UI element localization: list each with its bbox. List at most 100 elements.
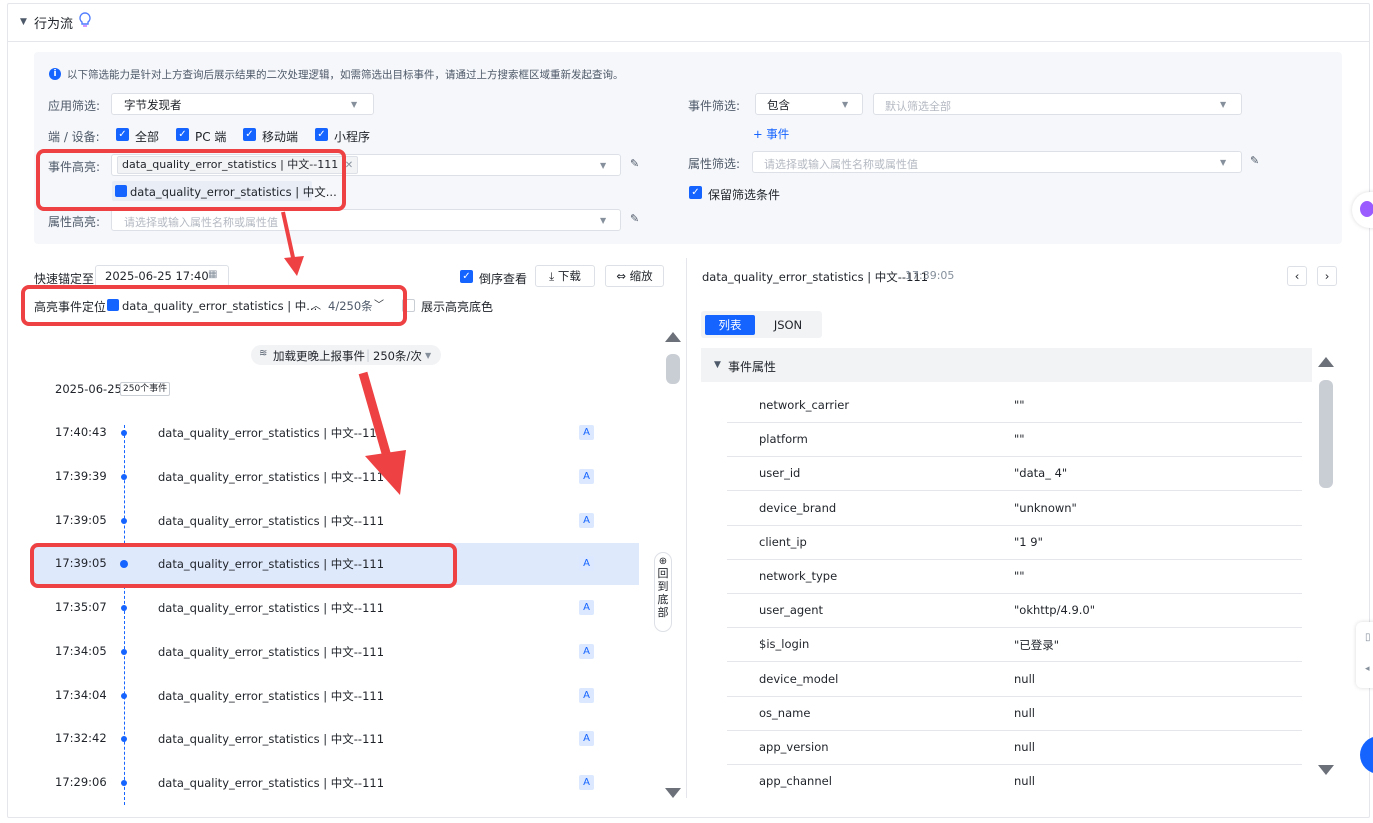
prop-value: null <box>1014 774 1035 789</box>
chevron-down-icon: ▼ <box>425 351 432 360</box>
detail-title: data_quality_error_statistics | 中文--111 <box>702 270 929 284</box>
collapse-caret-icon[interactable]: ▼ <box>20 17 27 27</box>
timeline-date: 2025-06-25 <box>55 382 122 396</box>
zoom-label: 缩放 <box>629 269 653 283</box>
device-miniapp-checkbox[interactable]: ✓ <box>315 128 328 141</box>
prop-filter-select[interactable]: 请选择或输入属性名称或属性值 ▼ <box>752 151 1242 173</box>
timeline-dot <box>121 518 127 524</box>
device-mobile-checkbox[interactable]: ✓ <box>243 128 256 141</box>
prop-row: network_type "" <box>727 560 1302 594</box>
doc-icon[interactable]: ▯ <box>1365 632 1371 643</box>
device-label: 端 / 设备: <box>48 130 100 144</box>
timeline-dot <box>121 605 127 611</box>
keep-filter-label: 保留筛选条件 <box>708 188 781 202</box>
scroll-down-arrow[interactable] <box>665 788 681 798</box>
zoom-button[interactable]: ⇔ 缩放 <box>605 265 664 287</box>
scroll-up-arrow[interactable] <box>665 332 681 342</box>
double-chevron-up-icon: ≋ <box>259 348 268 359</box>
timeline-row[interactable]: 17:34:05 data_quality_error_statistics | … <box>34 631 639 673</box>
timeline-row[interactable]: 17:34:04 data_quality_error_statistics | … <box>34 675 639 717</box>
scroll-up-arrow[interactable] <box>1318 357 1334 367</box>
prev-event-button[interactable]: ‹ <box>1287 266 1307 286</box>
prop-filter-label: 属性筛选: <box>688 157 741 171</box>
event-filter-placeholder: 默认筛选全部 <box>885 100 951 113</box>
prop-value: null <box>1014 671 1035 686</box>
prop-key: $is_login <box>759 637 810 652</box>
prop-row: app_version null <box>727 731 1302 765</box>
prop-row: client_ip "1 9" <box>727 526 1302 560</box>
edit-icon[interactable]: ✎ <box>1250 154 1259 167</box>
scroll-down-arrow[interactable] <box>1318 765 1334 775</box>
timeline-row[interactable]: 17:32:42 data_quality_error_statistics | … <box>34 718 639 760</box>
edit-icon[interactable]: ✎ <box>630 157 639 170</box>
info-icon: i <box>49 68 61 80</box>
panel-divider <box>686 258 687 798</box>
prop-row: $is_login "已登录" <box>727 628 1302 663</box>
timeline-dot <box>121 736 127 742</box>
scrollbar-thumb[interactable] <box>666 354 680 384</box>
event-time: 17:32:42 <box>55 731 107 745</box>
event-name: data_quality_error_statistics | 中文--111 <box>158 689 385 703</box>
quick-locate-value: 2025-06-25 17:40 <box>105 269 209 283</box>
prop-key: network_carrier <box>759 398 850 412</box>
annotation-box-event-highlight <box>36 149 346 211</box>
device-pc-checkbox[interactable]: ✓ <box>176 128 189 141</box>
chevron-down-icon: ▼ <box>1220 100 1227 109</box>
timeline-row[interactable]: 17:39:05 data_quality_error_statistics | … <box>34 500 639 542</box>
event-name: data_quality_error_statistics | 中文--111 <box>158 514 385 528</box>
event-time: 17:34:05 <box>55 644 107 658</box>
prop-key: network_type <box>759 569 838 583</box>
tab-list[interactable]: 列表 <box>705 315 755 335</box>
view-tabs: 列表 JSON <box>701 311 822 338</box>
edit-icon[interactable]: ✎ <box>630 212 639 225</box>
timeline-dot <box>121 474 127 480</box>
prop-key: os_name <box>759 705 811 720</box>
prop-value: "1 9" <box>1014 534 1043 549</box>
device-mobile-label: 移动端 <box>262 130 299 144</box>
scrollbar-thumb[interactable] <box>1319 380 1333 488</box>
keep-filter-checkbox[interactable]: ✓ <box>689 186 702 199</box>
device-all-checkbox[interactable]: ✓ <box>116 128 129 141</box>
event-props-section-header[interactable]: ▼ 事件属性 <box>701 348 1312 382</box>
zoom-icon: ⇔ <box>616 269 626 283</box>
download-icon: ⤓ <box>549 269 555 283</box>
device-pc-label: PC 端 <box>195 130 227 144</box>
timeline-row[interactable]: 17:35:07 data_quality_error_statistics | … <box>34 587 639 629</box>
event-time: 17:40:43 <box>55 425 107 439</box>
back-to-bottom-button[interactable]: ⊕ 回到底部 <box>654 552 672 632</box>
timeline-row[interactable]: 17:29:06 data_quality_error_statistics | … <box>34 762 639 804</box>
chevron-down-icon: ▼ <box>600 216 607 225</box>
prop-row: user_agent "okhttp/4.9.0" <box>727 594 1302 629</box>
prop-value: null <box>1014 740 1035 754</box>
add-event-button[interactable]: + 事件 <box>753 126 789 142</box>
chevron-down-icon: ▼ <box>351 100 358 109</box>
collapse-left-icon[interactable]: ◂ <box>1365 664 1370 674</box>
event-filter-select[interactable]: 默认筛选全部 ▼ <box>873 93 1242 115</box>
app-filter-select[interactable]: 字节发现者 ▼ <box>111 93 374 115</box>
detail-time: 17:39:05 <box>905 269 955 282</box>
event-time: 17:29:06 <box>55 775 107 789</box>
app-badge: A <box>579 600 594 615</box>
app-badge: A <box>579 775 594 790</box>
collapse-caret-icon: ▼ <box>714 360 721 370</box>
download-button[interactable]: ⤓ 下载 <box>535 265 595 287</box>
prop-key: device_model <box>759 671 839 686</box>
prop-row: device_brand "unknown" <box>727 492 1302 526</box>
prop-row: device_model null <box>727 663 1302 697</box>
reverse-checkbox[interactable]: ✓ <box>460 270 473 283</box>
next-event-button[interactable]: › <box>1317 266 1337 286</box>
event-filter-operator[interactable]: 包含 ▼ <box>755 93 863 115</box>
section-label: 事件属性 <box>728 360 777 374</box>
prop-row: os_name null <box>727 697 1302 731</box>
chevron-left-icon: ‹ <box>1294 269 1300 283</box>
timeline-dot <box>121 780 127 786</box>
app-badge: A <box>579 688 594 703</box>
timeline-dot <box>121 649 127 655</box>
event-time: 17:39:05 <box>55 513 107 527</box>
tab-json[interactable]: JSON <box>763 315 813 335</box>
section-title: 行为流 <box>34 17 74 32</box>
app-badge: A <box>579 556 594 571</box>
event-time: 17:39:39 <box>55 469 107 483</box>
quick-locate-datetime[interactable]: 2025-06-25 17:40 ▦ <box>95 265 229 287</box>
prop-row: user_id "data_ 4" <box>727 457 1302 492</box>
